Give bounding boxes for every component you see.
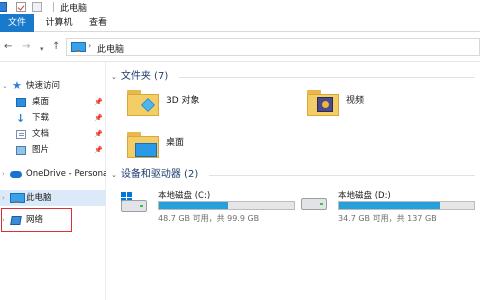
tab-computer[interactable]: 计算机 xyxy=(42,14,76,32)
chevron-down-icon[interactable]: ⌄ xyxy=(111,171,117,179)
breadcrumb[interactable]: 此电脑 xyxy=(97,42,124,55)
arrow-left-icon[interactable]: ← xyxy=(4,40,12,54)
pin-icon[interactable]: 📌 xyxy=(94,142,103,158)
group-divider xyxy=(179,77,475,78)
address-bar[interactable]: › 此电脑 xyxy=(66,38,480,56)
folder-icon xyxy=(0,2,7,12)
sidebar-item-quick-access[interactable]: ⌄ ★ 快速访问 xyxy=(0,78,106,94)
tab-view[interactable]: 查看 xyxy=(88,14,108,32)
download-icon: ↓ xyxy=(16,112,26,125)
sidebar-item-label: 图片 xyxy=(32,145,50,155)
3d-objects-icon xyxy=(127,90,159,116)
folder-item-3d-objects[interactable]: 3D 对象 xyxy=(121,90,271,130)
sidebar-item-label: OneDrive - Personal xyxy=(26,169,106,179)
breadcrumb-separator[interactable]: › xyxy=(88,41,91,50)
system-drive-icon xyxy=(121,200,147,212)
sidebar-item-documents[interactable]: 文档 📌 xyxy=(0,126,106,142)
document-icon xyxy=(16,130,26,139)
drive-usage-fill xyxy=(159,202,228,209)
pin-icon[interactable]: 📌 xyxy=(94,94,103,110)
content-pane: ⌄ 文件夹 (7) 3D 对象 视频 桌面 ⌄ 设备和驱动器 (2) 本地磁盘 (C… xyxy=(107,62,480,300)
video-icon xyxy=(307,90,339,116)
sidebar-item-label: 桌面 xyxy=(32,97,50,107)
drives-group-header[interactable]: ⌄ 设备和驱动器 (2) xyxy=(111,168,198,182)
sidebar-item-label: 文档 xyxy=(32,129,50,139)
drive-item-c[interactable]: 本地磁盘 (C:) 48.7 GB 可用，共 99.9 GB xyxy=(111,186,301,230)
drive-usage-bar xyxy=(158,201,295,210)
title-separator xyxy=(53,2,54,12)
ribbon: 文件 计算机 查看 xyxy=(0,14,480,32)
folders-group-header[interactable]: ⌄ 文件夹 (7) xyxy=(111,70,168,84)
drive-name: 本地磁盘 (D:) xyxy=(338,191,391,201)
drive-free-space: 48.7 GB 可用，共 99.9 GB xyxy=(158,214,260,223)
properties-icon[interactable] xyxy=(16,2,26,12)
folder-item-video[interactable]: 视频 xyxy=(301,90,451,130)
chevron-down-icon[interactable]: ▾ xyxy=(40,42,44,56)
folder-label: 桌面 xyxy=(166,138,185,148)
cloud-icon xyxy=(10,171,22,178)
drive-name: 本地磁盘 (C:) xyxy=(158,191,211,201)
navigation-pane: ⌄ ★ 快速访问 桌面 📌 ↓ 下载 📌 文档 📌 图片 📌 › OneDriv… xyxy=(0,62,106,300)
arrow-up-icon[interactable]: ↑ xyxy=(52,40,60,54)
drives-group-title: 设备和驱动器 (2) xyxy=(120,169,199,180)
drive-free-space: 34.7 GB 可用，共 137 GB xyxy=(338,214,437,223)
navigation-bar: ← → ▾ ↑ › 此电脑 xyxy=(0,32,480,62)
folder-label: 3D 对象 xyxy=(166,96,200,106)
sidebar-item-label: 快速访问 xyxy=(26,81,61,91)
sidebar-item-this-pc[interactable]: › 此电脑 xyxy=(0,190,106,206)
highlight-box xyxy=(1,208,72,232)
drive-icon xyxy=(301,198,327,210)
new-folder-icon[interactable] xyxy=(32,2,42,12)
chevron-down-icon[interactable]: ⌄ xyxy=(111,73,117,81)
chevron-right-icon[interactable]: › xyxy=(2,190,5,206)
sidebar-item-desktop[interactable]: 桌面 📌 xyxy=(0,94,106,110)
window-title: 此电脑 xyxy=(60,4,88,14)
picture-icon xyxy=(16,146,26,155)
chevron-right-icon[interactable]: › xyxy=(2,166,5,182)
sidebar-item-downloads[interactable]: ↓ 下载 📌 xyxy=(0,110,106,126)
star-icon: ★ xyxy=(12,79,22,92)
desktop-folder-icon xyxy=(127,132,159,158)
pin-icon[interactable]: 📌 xyxy=(94,126,103,142)
folder-label: 视频 xyxy=(346,96,365,106)
chevron-down-icon[interactable]: ⌄ xyxy=(2,78,8,94)
arrow-right-icon[interactable]: → xyxy=(22,40,30,54)
group-divider xyxy=(209,175,475,176)
sidebar-item-label: 此电脑 xyxy=(26,193,52,203)
drive-usage-fill xyxy=(339,202,441,209)
computer-icon xyxy=(71,42,86,52)
computer-icon xyxy=(10,193,25,203)
sidebar-item-label: 下载 xyxy=(32,113,50,123)
drive-usage-bar xyxy=(338,201,475,210)
tab-file[interactable]: 文件 xyxy=(0,14,34,32)
folder-item-desktop[interactable]: 桌面 xyxy=(121,132,271,172)
folders-group-title: 文件夹 (7) xyxy=(120,71,169,82)
pin-icon[interactable]: 📌 xyxy=(94,110,103,126)
sidebar-item-onedrive[interactable]: › OneDrive - Personal xyxy=(0,166,106,182)
drive-item-d[interactable]: 本地磁盘 (D:) 34.7 GB 可用，共 137 GB xyxy=(291,186,480,230)
title-bar: 此电脑 xyxy=(0,0,480,14)
desktop-icon xyxy=(16,98,26,107)
sidebar-item-pictures[interactable]: 图片 📌 xyxy=(0,142,106,158)
